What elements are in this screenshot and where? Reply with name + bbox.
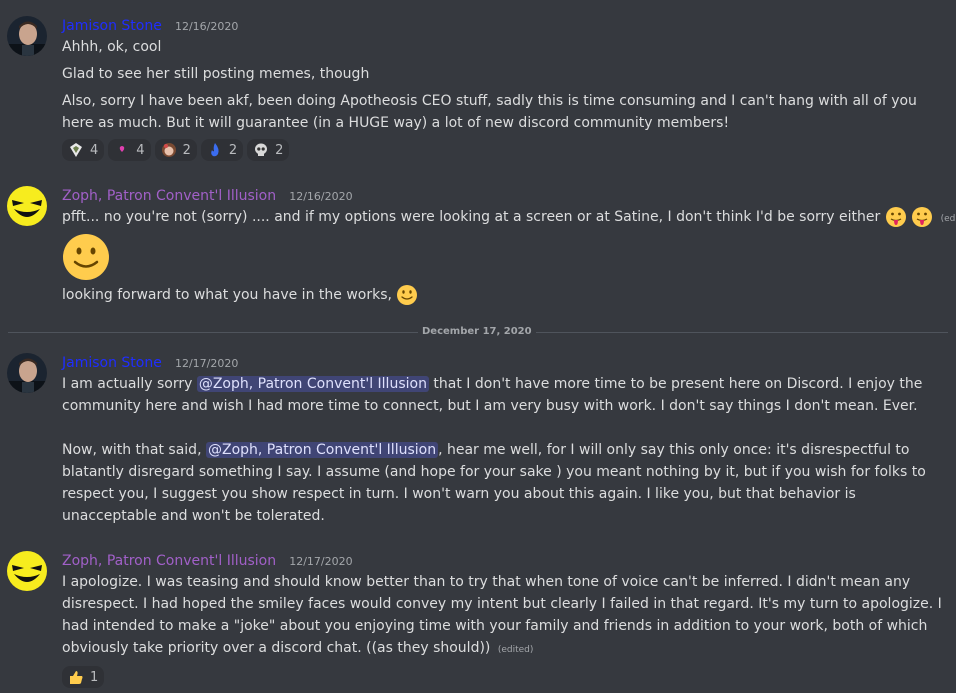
user-mention[interactable]: @Zoph, Patron Convent'l Illusion	[205, 442, 439, 458]
reaction[interactable]: 2	[154, 139, 197, 161]
pink-heart-icon	[120, 146, 125, 152]
reaction-count: 2	[228, 142, 238, 158]
tongue-out-face-icon	[885, 207, 906, 227]
blue-flame-icon	[211, 143, 219, 157]
reaction[interactable]: 2	[247, 139, 290, 161]
slightly-smiling-face-icon	[397, 285, 418, 305]
avatar[interactable]	[7, 16, 47, 56]
reaction-count: 4	[136, 142, 145, 158]
timestamp: 12/16/2020	[289, 190, 353, 203]
message-text: that I don't have more time to be presen…	[62, 376, 923, 414]
reaction-count: 2	[275, 142, 284, 158]
message-line: Also, sorry I have been akf, been doing …	[62, 93, 917, 131]
reaction-count: 4	[90, 142, 99, 158]
reactions: 4 4 2 2 2	[62, 139, 946, 161]
reaction[interactable]: 1	[62, 666, 105, 688]
message-text: I apologize. I was teasing and should kn…	[62, 574, 942, 656]
message-text: pfft... no you're not (sorry) .... and i…	[62, 209, 881, 225]
avatar[interactable]	[7, 353, 47, 393]
message-line: pfft... no you're not (sorry) .... and i…	[62, 206, 956, 228]
shield-icon	[70, 143, 82, 157]
timestamp: 12/17/2020	[289, 555, 353, 568]
jumbo-smiley	[62, 233, 946, 281]
message-text: looking forward to what you have in the …	[62, 287, 392, 303]
skull-icon	[255, 143, 268, 156]
date-divider: December 17, 2020	[418, 325, 536, 339]
author-name[interactable]: Zoph, Patron Convent'l Illusion	[62, 188, 276, 204]
reaction[interactable]: 4	[62, 139, 105, 161]
edited-label: (edited)	[497, 645, 534, 655]
thumbs-up-icon	[70, 671, 83, 684]
author-name[interactable]: Jamison Stone	[62, 355, 162, 371]
avatar[interactable]	[6, 185, 48, 227]
reaction-count: 1	[90, 669, 99, 685]
message-paragraph: I am actually sorry @Zoph, Patron Conven…	[62, 373, 946, 417]
author-name[interactable]: Jamison Stone	[62, 18, 162, 34]
reaction[interactable]: 2	[200, 139, 244, 161]
message-paragraph: Now, with that said, @Zoph, Patron Conve…	[62, 439, 946, 527]
message-text: Now, with that said,	[62, 442, 202, 458]
girl-face-icon	[161, 143, 176, 157]
avatar[interactable]	[6, 550, 48, 592]
reactions: 1	[62, 666, 946, 688]
reaction[interactable]: 4	[108, 139, 151, 161]
user-mention[interactable]: @Zoph, Patron Convent'l Illusion	[196, 376, 429, 392]
author-name[interactable]: Zoph, Patron Convent'l Illusion	[62, 553, 276, 569]
slightly-smiling-face-icon	[63, 234, 109, 280]
message-line: Glad to see her still posting memes, tho…	[62, 66, 370, 82]
message-paragraph: I apologize. I was teasing and should kn…	[62, 571, 946, 661]
edited-label: (edited)	[940, 214, 956, 224]
timestamp: 12/17/2020	[174, 357, 239, 370]
message-text: I am actually sorry	[62, 376, 193, 392]
tongue-out-face-icon	[912, 207, 933, 227]
message-line: Ahhh, ok, cool	[62, 39, 162, 55]
message-line: looking forward to what you have in the …	[62, 284, 946, 306]
timestamp: 12/16/2020	[174, 20, 239, 33]
reaction-count: 2	[182, 142, 191, 158]
